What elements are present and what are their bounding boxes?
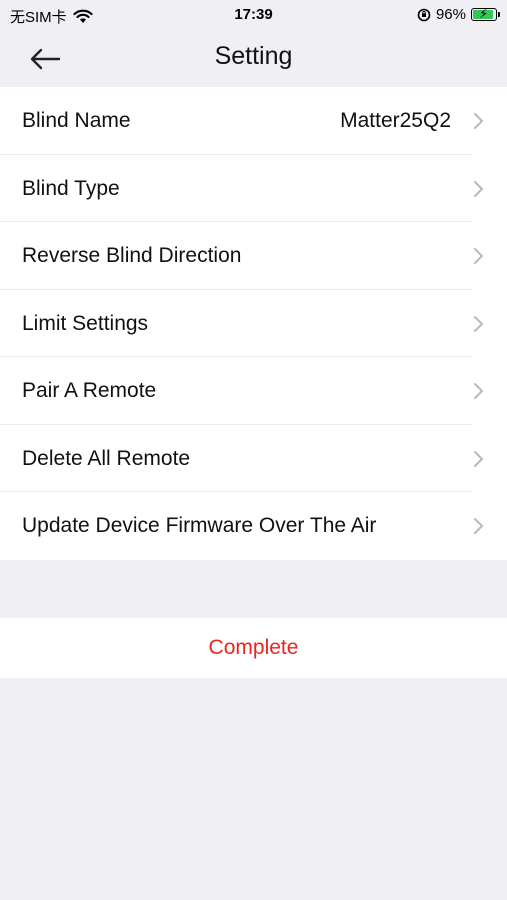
row-label: Pair A Remote [22,379,157,402]
charging-bolt-icon: ⚡ [479,6,489,21]
chevron-right-icon [474,248,483,264]
page-title: Setting [214,42,293,70]
status-right: 96% ⚡ [417,6,500,23]
row-label: Blind Name [22,109,131,132]
row-label: Reverse Blind Direction [22,244,242,267]
row-blind-type[interactable]: Blind Type [0,155,507,223]
orientation-lock-icon [417,8,431,21]
chevron-right-icon [474,180,483,197]
row-label: Limit Settings [22,311,149,335]
settings-list: Blind Name Matter25Q2 Blind Type Reverse… [0,87,507,560]
row-label: Delete All Remote [22,446,191,470]
chevron-right-icon [474,315,483,332]
battery-percent: 96% [435,6,466,23]
status-bar: 无SIM卡 17:39 96% ⚡ [0,0,507,30]
row-limit-settings[interactable]: Limit Settings [0,290,507,358]
chevron-right-icon [474,383,483,399]
row-blind-name[interactable]: Blind Name Matter25Q2 [0,87,507,155]
row-value: Matter25Q2 [340,109,451,132]
battery-icon: ⚡ [471,6,500,21]
row-update-firmware[interactable]: Update Device Firmware Over The Air [0,492,507,560]
complete-label: Complete [208,636,299,659]
row-reverse-blind-direction[interactable]: Reverse Blind Direction [0,222,507,290]
row-delete-all-remote[interactable]: Delete All Remote [0,425,507,493]
row-label: Blind Type [22,176,120,200]
complete-button[interactable]: Complete [0,618,507,678]
row-pair-a-remote[interactable]: Pair A Remote [0,357,507,425]
row-label: Update Device Firmware Over The Air [22,514,377,537]
chevron-right-icon [474,113,483,129]
nav-bar: Setting [0,30,507,86]
chevron-right-icon [474,450,483,467]
chevron-right-icon [474,518,483,534]
